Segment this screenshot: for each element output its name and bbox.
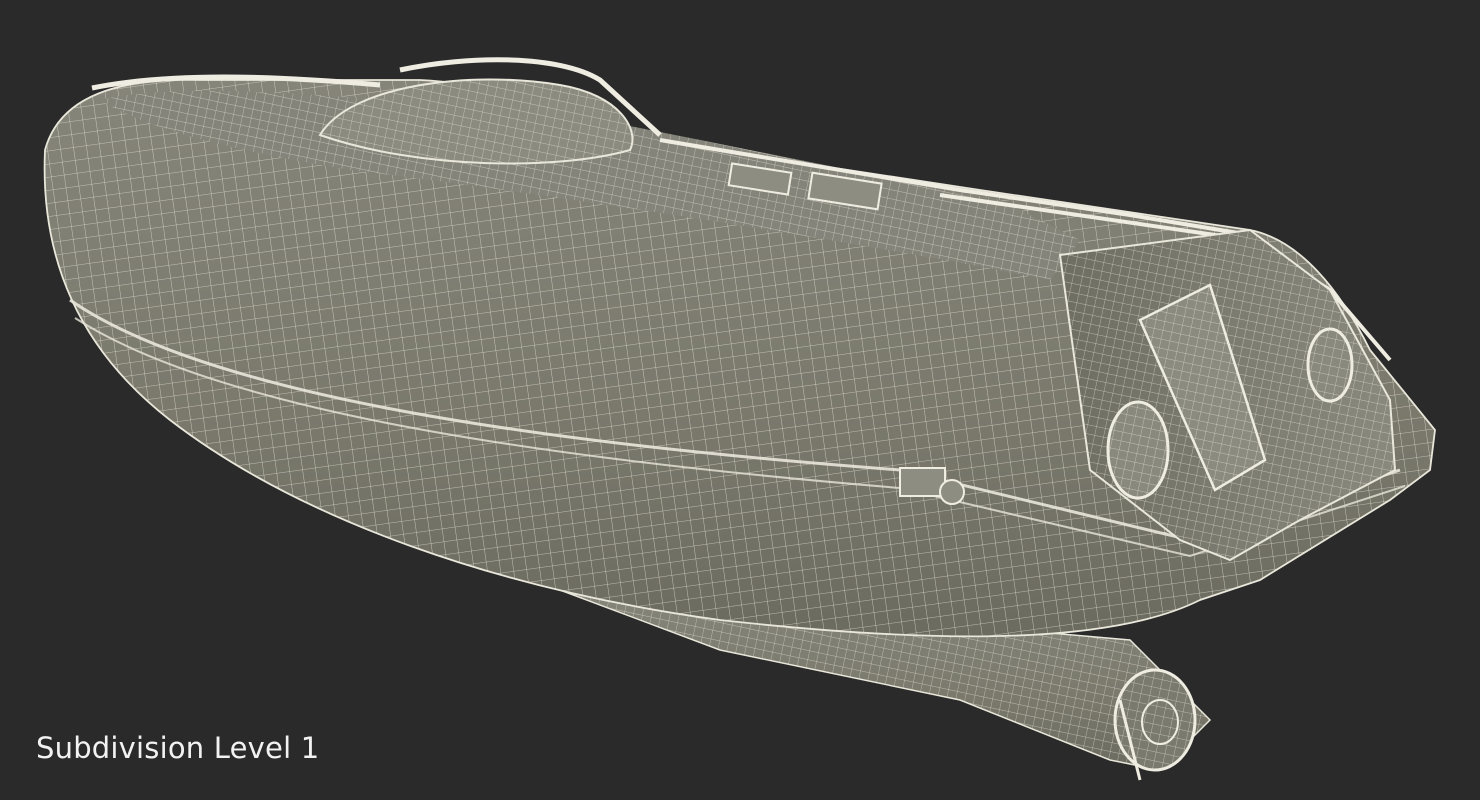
subdivision-level-label: Subdivision Level 1 [36,731,320,765]
lifeboat-wireframe-render [43,57,1436,781]
render-viewport: Subdivision Level 1 [0,0,1480,800]
